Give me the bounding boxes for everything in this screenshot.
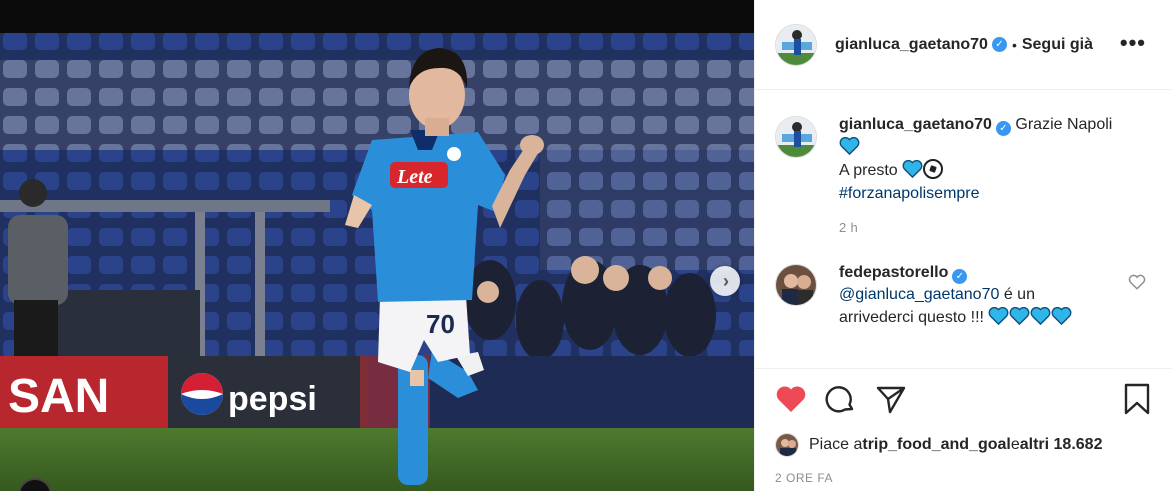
post-sidebar: gianluca_gaetano70 ✓ • Segui già ••• gia… [754,0,1172,491]
like-heart-icon[interactable] [775,383,807,415]
commenter-username[interactable]: fedepastorello [839,264,948,281]
comment-like-heart-icon[interactable] [1128,274,1146,290]
post-header: gianluca_gaetano70 ✓ • Segui già ••• [755,0,1172,90]
post-date[interactable]: 2 ORE FA [775,471,1155,485]
header-separator: • [1011,36,1017,53]
verified-badge-icon: ✓ [995,121,1011,136]
blue-heart-icon [988,306,1009,325]
ad-board-right-text: pepsi [228,380,317,418]
next-photo-button[interactable]: › [710,266,740,296]
caption-time: 2 h [839,220,858,235]
comment-line2: arrivederci questo !!! [839,308,989,326]
post-actions: Piace a trip_food_and_goal e altri 18.68… [755,368,1172,485]
more-options-icon[interactable]: ••• [1120,32,1146,54]
chevron-right-icon: › [723,271,729,291]
likes-prefix: Piace a [809,436,863,453]
soccer-ball-icon [923,159,944,179]
commenter-avatar[interactable] [775,263,817,306]
jersey-sponsor: Lete [396,166,433,188]
shorts-number: 70 [426,309,455,339]
liker-avatar[interactable] [775,433,799,457]
caption-avatar[interactable] [775,116,817,158]
verified-badge-icon: ✓ [991,37,1007,52]
following-button[interactable]: Segui già [1022,36,1093,54]
blue-heart-icon [902,160,923,178]
stadium-photo: SAN pepsi 70 Lete [0,0,754,491]
comment-text: é un [999,286,1035,303]
caption-hashtag[interactable]: #forzanapolisempre [839,185,980,202]
author-avatar[interactable] [775,23,817,66]
caption-username[interactable]: gianluca_gaetano70 [839,116,992,133]
save-bookmark-icon[interactable] [1123,383,1151,415]
liker-username[interactable]: trip_food_and_goal [862,436,1010,454]
ad-board-left-text: SAN [8,370,109,423]
caption: gianluca_gaetano70 ✓ Grazie Napoli A pres… [775,114,1152,240]
blue-heart-icon [1009,306,1030,325]
blue-heart-icon [839,136,860,155]
caption-line2: A presto [839,162,898,179]
instagram-post: SAN pepsi 70 Lete › gianluca_gaetano70 ✓… [0,0,1172,491]
share-paper-plane-icon[interactable] [875,383,907,415]
comment-bubble-icon[interactable] [825,383,857,415]
comment-item: fedepastorello ✓ @gianluca_gaetano70 é un… [775,262,1152,330]
likes-summary: Piace a trip_food_and_goal e altri 18.68… [775,433,1155,457]
likes-middle: e [1010,436,1020,453]
likes-others-count[interactable]: altri 18.682 [1020,436,1103,454]
comment-mention[interactable]: @gianluca_gaetano70 [839,286,999,303]
verified-badge-icon: ✓ [952,268,968,284]
comments-section: gianluca_gaetano70 ✓ Grazie Napoli A pres… [755,90,1172,329]
blue-heart-icon [1030,306,1051,325]
caption-line1: Grazie Napoli [1015,116,1113,133]
author-username[interactable]: gianluca_gaetano70 [835,36,988,54]
blue-heart-icon [1051,306,1072,325]
post-photo[interactable]: SAN pepsi 70 Lete › [0,0,754,491]
